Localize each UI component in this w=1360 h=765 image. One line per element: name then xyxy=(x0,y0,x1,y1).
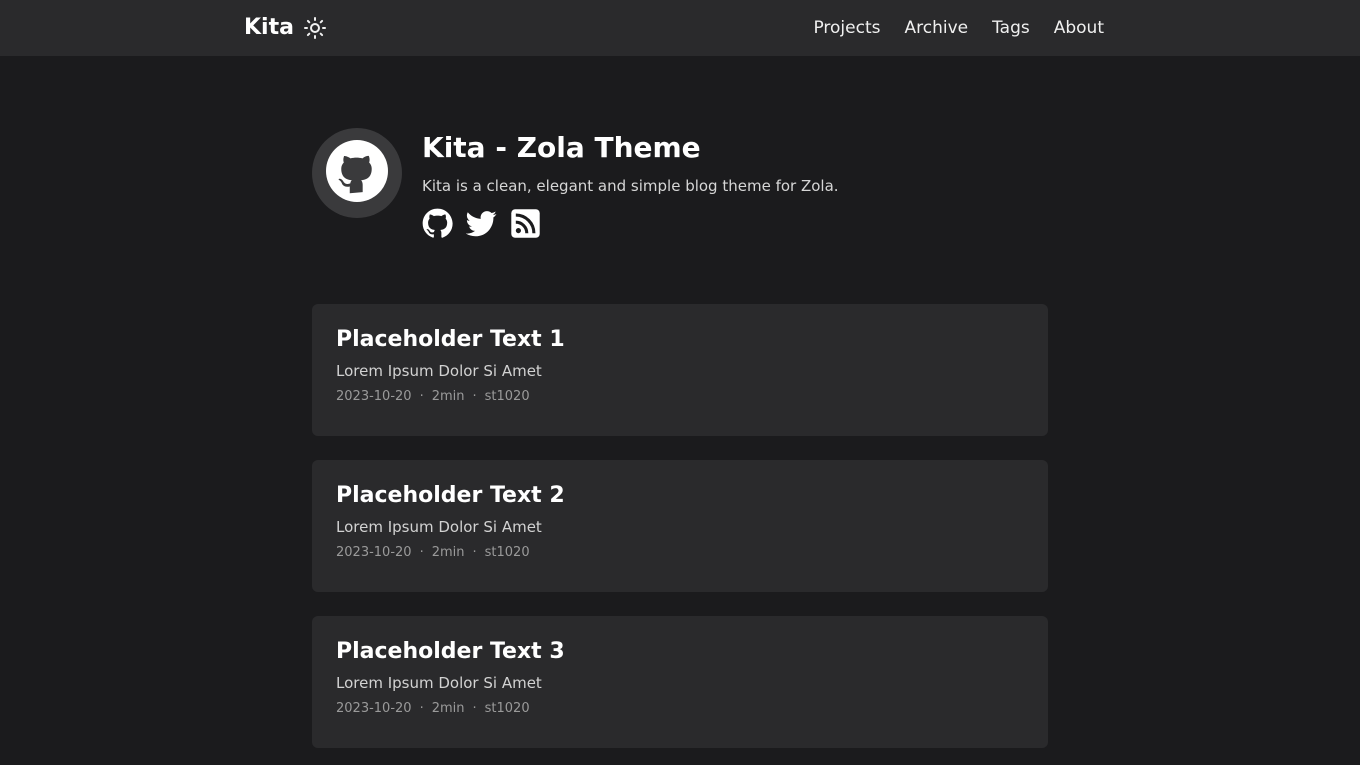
post-author: st1020 xyxy=(484,545,530,560)
nav-link-projects[interactable]: Projects xyxy=(813,16,880,40)
post-title[interactable]: Placeholder Text 1 xyxy=(336,326,1024,354)
post-card[interactable]: Placeholder Text 3 Lorem Ipsum Dolor Si … xyxy=(312,616,1048,748)
twitter-icon[interactable] xyxy=(465,208,497,239)
main-nav: Projects Archive Tags About xyxy=(813,16,1104,40)
post-description: Lorem Ipsum Dolor Si Amet xyxy=(336,518,542,536)
post-author: st1020 xyxy=(484,701,530,716)
post-reading-time: 2min xyxy=(431,389,465,404)
post-description: Lorem Ipsum Dolor Si Amet xyxy=(336,674,542,692)
social-links xyxy=(422,208,541,239)
nav-link-archive[interactable]: Archive xyxy=(904,16,968,40)
site-title-link[interactable]: Kita xyxy=(244,14,294,42)
profile-bio: Kita is a clean, elegant and simple blog… xyxy=(422,177,839,195)
post-card[interactable]: Placeholder Text 1 Lorem Ipsum Dolor Si … xyxy=(312,304,1048,436)
post-title[interactable]: Placeholder Text 2 xyxy=(336,482,1024,510)
post-meta: 2023-10-20 · 2min · st1020 xyxy=(336,700,1024,718)
profile-section: Kita - Zola Theme Kita is a clean, elega… xyxy=(312,128,1048,248)
github-icon[interactable] xyxy=(422,208,453,239)
post-date: 2023-10-20 xyxy=(336,545,412,560)
github-icon xyxy=(326,140,388,206)
post-reading-time: 2min xyxy=(431,701,465,716)
post-reading-time: 2min xyxy=(431,545,465,560)
post-date: 2023-10-20 xyxy=(336,701,412,716)
post-title[interactable]: Placeholder Text 3 xyxy=(336,638,1024,666)
meta-separator: · xyxy=(419,389,424,404)
post-date: 2023-10-20 xyxy=(336,389,412,404)
meta-separator: · xyxy=(472,389,477,404)
meta-separator: · xyxy=(419,701,424,716)
avatar xyxy=(312,128,402,218)
meta-separator: · xyxy=(472,701,477,716)
post-meta: 2023-10-20 · 2min · st1020 xyxy=(336,544,1024,562)
meta-separator: · xyxy=(472,545,477,560)
meta-separator: · xyxy=(419,545,424,560)
sun-icon[interactable] xyxy=(303,16,327,40)
nav-link-about[interactable]: About xyxy=(1054,16,1104,40)
top-navbar: Kita Projects Archive Tags About xyxy=(0,0,1360,56)
post-description: Lorem Ipsum Dolor Si Amet xyxy=(336,362,542,380)
rss-icon[interactable] xyxy=(510,208,541,239)
post-card[interactable]: Placeholder Text 2 Lorem Ipsum Dolor Si … xyxy=(312,460,1048,592)
nav-link-tags[interactable]: Tags xyxy=(992,16,1030,40)
post-author: st1020 xyxy=(484,389,530,404)
post-meta: 2023-10-20 · 2min · st1020 xyxy=(336,388,1024,406)
profile-name: Kita - Zola Theme xyxy=(422,131,701,164)
